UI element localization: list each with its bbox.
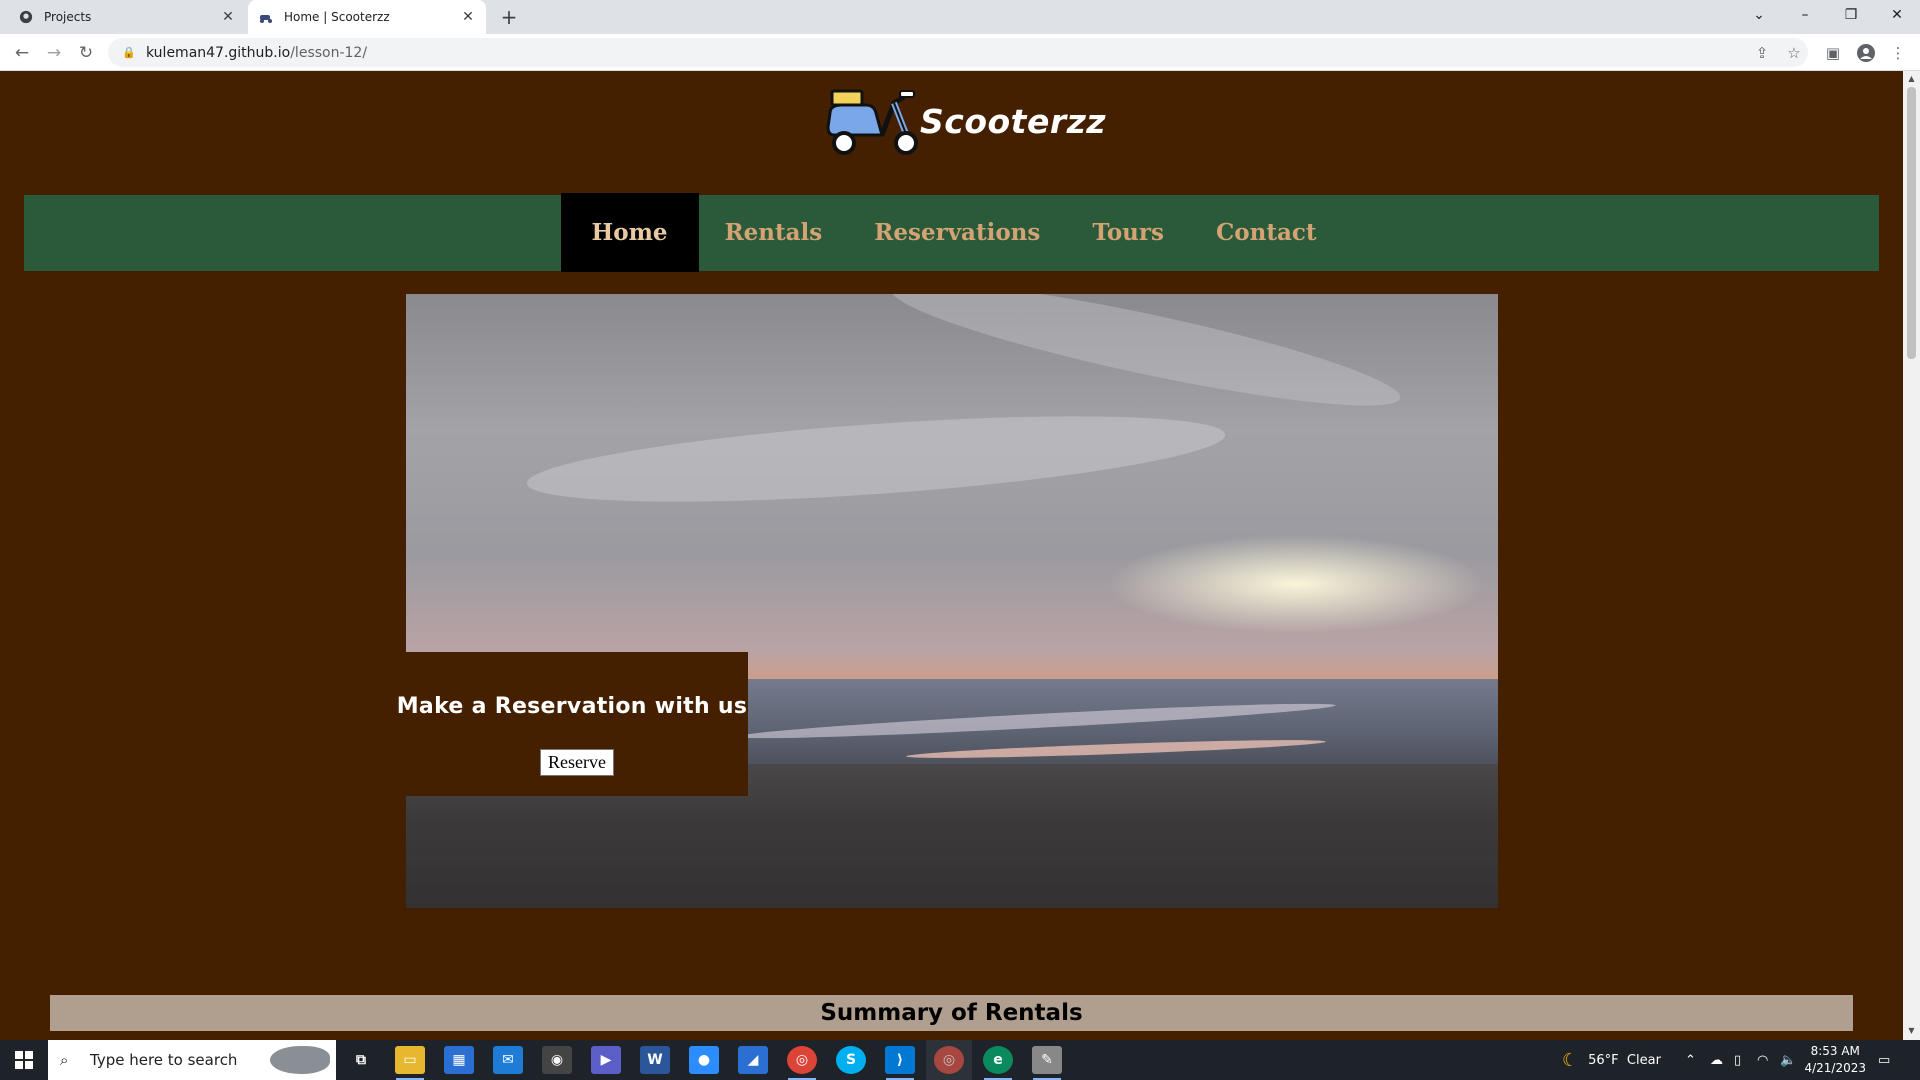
window-close-icon[interactable]: ✕ <box>1874 0 1920 30</box>
nav-item-tours[interactable]: Tours <box>1066 193 1190 272</box>
url-domain: kuleman47.github.io <box>146 44 291 61</box>
reservation-callout: Make a Reservation with us Reserve <box>397 652 748 796</box>
tab-projects[interactable]: Projects ✕ <box>8 0 246 34</box>
page-scrollbar[interactable]: ▲ ▼ <box>1903 71 1920 1040</box>
dell-icon[interactable]: ◉ <box>542 1046 572 1074</box>
clock-time: 8:53 AM <box>1810 1044 1860 1058</box>
hero-beach-sunset-image <box>406 294 1498 908</box>
tab-search-chevron-icon[interactable]: ⌄ <box>1736 0 1782 30</box>
wifi-icon[interactable]: ◠ <box>1757 1040 1768 1080</box>
scroll-down-icon[interactable]: ▼ <box>1907 1026 1916 1035</box>
tab-strip: Projects ✕ Home | Scooterzz ✕ + ⌄ – ❐ ✕ <box>0 0 1920 34</box>
zoom-icon[interactable]: ● <box>689 1046 719 1074</box>
url-path: /lesson-12/ <box>290 44 368 61</box>
back-arrow-icon[interactable]: ← <box>8 39 36 67</box>
mail-icon[interactable]: ✉ <box>493 1046 523 1074</box>
windows-start-icon[interactable] <box>0 1040 48 1080</box>
reload-icon[interactable]: ↻ <box>72 39 100 67</box>
kebab-menu-icon[interactable]: ⋮ <box>1887 42 1909 64</box>
share-icon[interactable]: ⇪ <box>1751 42 1773 64</box>
scrollbar-thumb[interactable] <box>1907 87 1916 359</box>
moon-icon: ☾ <box>1562 1049 1579 1071</box>
show-hidden-icons-chevron-icon[interactable]: ⌃ <box>1685 1040 1696 1080</box>
site-logo[interactable]: Scooterzz <box>822 83 1106 159</box>
skype-icon[interactable]: S <box>836 1046 866 1074</box>
scroll-up-icon[interactable]: ▲ <box>1907 74 1916 83</box>
task-view-icon[interactable]: ⧉ <box>346 1046 376 1074</box>
nav-item-home[interactable]: Home <box>560 193 699 272</box>
tab-home-scooterzz[interactable]: Home | Scooterzz ✕ <box>248 0 486 34</box>
microsoft-store-icon[interactable]: ▦ <box>444 1046 474 1074</box>
profile-avatar-icon[interactable] <box>1855 42 1877 64</box>
main-navigation: Home Rentals Reservations Tours Contact <box>24 193 1879 272</box>
scooter-logo-icon <box>826 89 918 155</box>
summary-of-rentals-heading: Summary of Rentals <box>50 995 1853 1031</box>
weather-text: 56°F Clear <box>1588 1052 1661 1068</box>
device-icon[interactable]: ▯ <box>1734 1040 1741 1080</box>
edge-icon[interactable]: e <box>983 1046 1013 1074</box>
bookmark-star-icon[interactable]: ☆ <box>1783 42 1805 64</box>
close-icon[interactable]: ✕ <box>460 9 476 25</box>
search-highlight-manatee-icon <box>270 1046 330 1074</box>
weather-widget[interactable]: ☾ 56°F Clear <box>1562 1040 1661 1080</box>
github-icon <box>18 9 34 25</box>
nav-item-reservations[interactable]: Reservations <box>848 193 1066 272</box>
reserve-button[interactable]: Reserve <box>540 749 614 776</box>
search-icon: ⌕ <box>60 1051 69 1069</box>
tab-title: Home | Scooterzz <box>284 10 390 24</box>
paint-icon[interactable]: ✎ <box>1032 1046 1062 1074</box>
cta-heading: Make a Reservation with us <box>396 694 748 719</box>
word-icon[interactable]: W <box>640 1046 670 1074</box>
minimize-icon[interactable]: – <box>1782 0 1828 30</box>
notes-app-icon[interactable]: ◢ <box>738 1046 768 1074</box>
file-explorer-icon[interactable]: ▭ <box>395 1046 425 1074</box>
brand-name: Scooterzz <box>920 101 1107 141</box>
side-panel-icon[interactable]: ▣ <box>1822 42 1844 64</box>
browser-toolbar: ← → ↻ 🔒 kuleman47.github.io/lesson-12/ ⇪… <box>0 34 1920 71</box>
page-viewport: Scooterzz Home Rentals Reservations Tour… <box>0 71 1903 1040</box>
chrome-icon[interactable]: ◎ <box>787 1046 817 1074</box>
nav-item-contact[interactable]: Contact <box>1190 193 1343 272</box>
restore-icon[interactable]: ❐ <box>1828 0 1874 30</box>
media-app-icon[interactable]: ▶ <box>591 1046 621 1074</box>
onedrive-icon[interactable]: ☁ <box>1710 1040 1723 1080</box>
search-placeholder: Type here to search <box>90 1051 238 1069</box>
clock-date: 4/21/2023 <box>1804 1061 1866 1075</box>
windows-taskbar: ⌕ Type here to search ⧉ ▭ ▦ ✉ ◉ ▶ W ● ◢ … <box>0 1040 1920 1080</box>
volume-icon[interactable]: 🔈 <box>1780 1040 1796 1080</box>
notifications-icon[interactable]: ▭ <box>1878 1040 1890 1080</box>
system-clock[interactable]: 8:53 AM 4/21/2023 <box>1804 1043 1866 1077</box>
vscode-icon[interactable]: ⟩ <box>885 1046 915 1074</box>
address-bar[interactable]: 🔒 kuleman47.github.io/lesson-12/ <box>108 38 1808 67</box>
close-icon[interactable]: ✕ <box>220 9 236 25</box>
tab-title: Projects <box>44 10 92 24</box>
new-tab-button[interactable]: + <box>496 5 522 29</box>
taskbar-search-input[interactable]: ⌕ Type here to search <box>48 1040 336 1080</box>
forward-arrow-icon[interactable]: → <box>40 39 68 67</box>
nav-item-rentals[interactable]: Rentals <box>699 193 849 272</box>
scooter-icon <box>258 9 274 25</box>
lock-icon: 🔒 <box>122 46 136 59</box>
